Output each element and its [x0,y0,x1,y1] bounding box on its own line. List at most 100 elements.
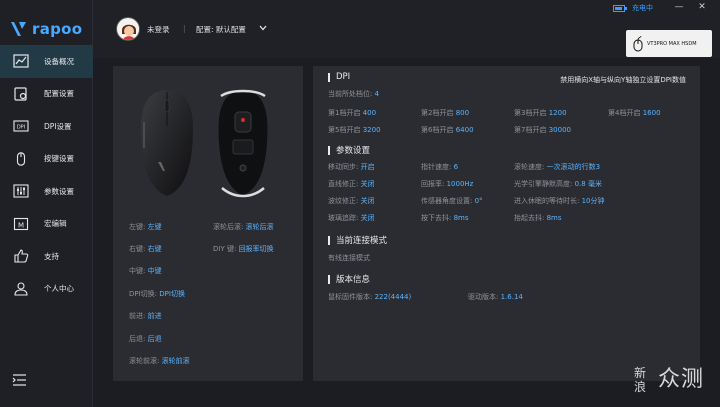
value: 222(4444) [374,293,412,301]
brand-name: rapoo [32,20,83,38]
mapping-value: 左键 [147,223,162,231]
topbar: 未登录 | 配置: 默认配置 充电中 — ✕ VT3PRO MAX HSDM [93,0,720,58]
dpi-level-6: 第6档开启 6400 [421,125,474,135]
mapping-value: 回报率切换 [238,245,274,253]
label: 第4档开启 [608,109,641,117]
firmware-version: 鼠标固件版本: 222(4444) [328,292,411,302]
label: 第2档开启 [421,109,454,117]
value: 关闭 [360,214,375,222]
button-mapping-back: 后退: 后退 [129,334,162,344]
mapping-value: 后退 [147,335,162,343]
sidebar-item-label: 宏编辑 [44,219,67,229]
button-mapping-left: 左键: 左键 [129,222,162,232]
button-mapping-middle: 中键: 中键 [129,266,162,276]
mapping-key: 中键: [129,267,146,275]
mapping-key: 左键: [129,223,146,231]
sidebar-item-label: 按键设置 [44,154,74,164]
value: 6 [453,163,459,171]
sidebar-item-dpi[interactable]: DPI DPI设置 [0,110,93,143]
sidebar-item-params[interactable]: 参数设置 [0,175,93,208]
divider: | [183,24,186,33]
mapping-value: 滚轮后滚 [245,223,274,231]
chevron-down-icon[interactable] [258,23,268,33]
mapping-value: 中键 [147,267,162,275]
mouse-bottom-view-image [217,89,269,198]
mapping-key: DPI切换: [129,290,158,298]
avatar-icon [118,19,139,40]
label: 玻璃追踪: [328,214,359,222]
minimize-button[interactable]: — [673,2,685,12]
param-item: 波纹修正: 关闭 [328,196,375,206]
close-button[interactable]: ✕ [696,2,708,12]
sidebar-item-label: 支持 [44,251,59,261]
value: 0° [474,197,483,205]
battery-icon [613,5,627,12]
value: 30000 [548,126,571,134]
sidebar-item-buttons[interactable]: 按键设置 [0,143,93,176]
sidebar-item-label: DPI设置 [44,121,72,131]
thumbs-up-icon [12,248,30,264]
dpi-level-4: 第4档开启 1600 [608,108,661,118]
value: 8ms [546,214,562,222]
param-item: 传感器角度设置: 0° [421,196,483,206]
avatar[interactable] [116,17,140,41]
label: 驱动版本: [468,293,499,301]
section-title-params: 参数设置 [328,144,370,156]
sidebar-item-config[interactable]: 配置设置 [0,78,93,111]
dpi-level-2: 第2档开启 800 [421,108,469,118]
value: 1.6.14 [500,293,523,301]
label: 第7档开启 [514,126,547,134]
label: 移动同步: [328,163,359,171]
dpi-level-5: 第5档开启 3200 [328,125,381,135]
charging-status: 充电中 [632,4,653,12]
label: 光学引擎静默高度: [514,180,573,188]
dpi-level-1: 第1档开启 400 [328,108,376,118]
mapping-value: 右键 [147,245,162,253]
rapoo-v-icon [11,22,26,36]
config-icon [12,86,30,102]
label: 回报率: [421,180,445,188]
sidebar-item-device-overview[interactable]: 设备概况 [0,45,93,78]
svg-text:DPI: DPI [17,125,25,131]
sina-watermark: 新浪 众测 [632,365,712,397]
label: 进入休眠的等待时长: [514,197,580,205]
label: 第1档开启 [328,109,361,117]
value: 4 [374,90,380,98]
sliders-icon [12,183,30,199]
label: 当前所处档位: [328,90,373,98]
chart-icon [12,53,30,69]
label: 传感器角度设置: [421,197,473,205]
label: 波纹修正: [328,197,359,205]
label: 第5档开启 [328,126,361,134]
button-mapping-forward: 前进: 前进 [129,311,162,321]
dpi-icon: DPI [12,118,30,134]
watermark-small-text: 新浪 [634,366,647,394]
sidebar-item-support[interactable]: 支持 [0,240,93,273]
label: 指针速度: [421,163,452,171]
mapping-key: 滚轮前滚: [129,357,160,365]
label: 滚轮速度: [514,163,545,171]
value: 800 [455,109,470,117]
mapping-key: 滚轮后滚: [213,223,244,231]
menu-collapse-icon[interactable] [12,373,28,387]
device-selector-button[interactable]: VT3PRO MAX HSDM [626,30,712,57]
label: 抬起去抖: [514,214,545,222]
sidebar-item-macro[interactable]: M 宏编辑 [0,208,93,241]
button-mapping-dpi: DPI切换: DPI切换 [129,289,185,299]
current-config[interactable]: 配置: 默认配置 [196,24,246,35]
sidebar-item-label: 参数设置 [44,186,74,196]
value: 1600 [642,109,661,117]
value: 有线连接模式 [328,254,370,262]
sidebar-item-personal[interactable]: 个人中心 [0,273,93,306]
param-item: 移动同步: 开启 [328,162,375,172]
driver-version: 驱动版本: 1.6.14 [468,292,523,302]
sidebar-item-label: 个人中心 [44,284,74,294]
sidebar-nav: 设备概况 配置设置 DPI DPI设置 按键设置 参数设置 M 宏编辑 支持 个… [0,45,93,305]
mapping-key: 后退: [129,335,146,343]
param-item: 回报率: 1000Hz [421,179,473,189]
login-status[interactable]: 未登录 [147,24,170,35]
value: 关闭 [360,180,375,188]
mouse-top-view-image [141,90,193,196]
label: 按下去抖: [421,214,452,222]
param-item: 直线修正: 关闭 [328,179,375,189]
